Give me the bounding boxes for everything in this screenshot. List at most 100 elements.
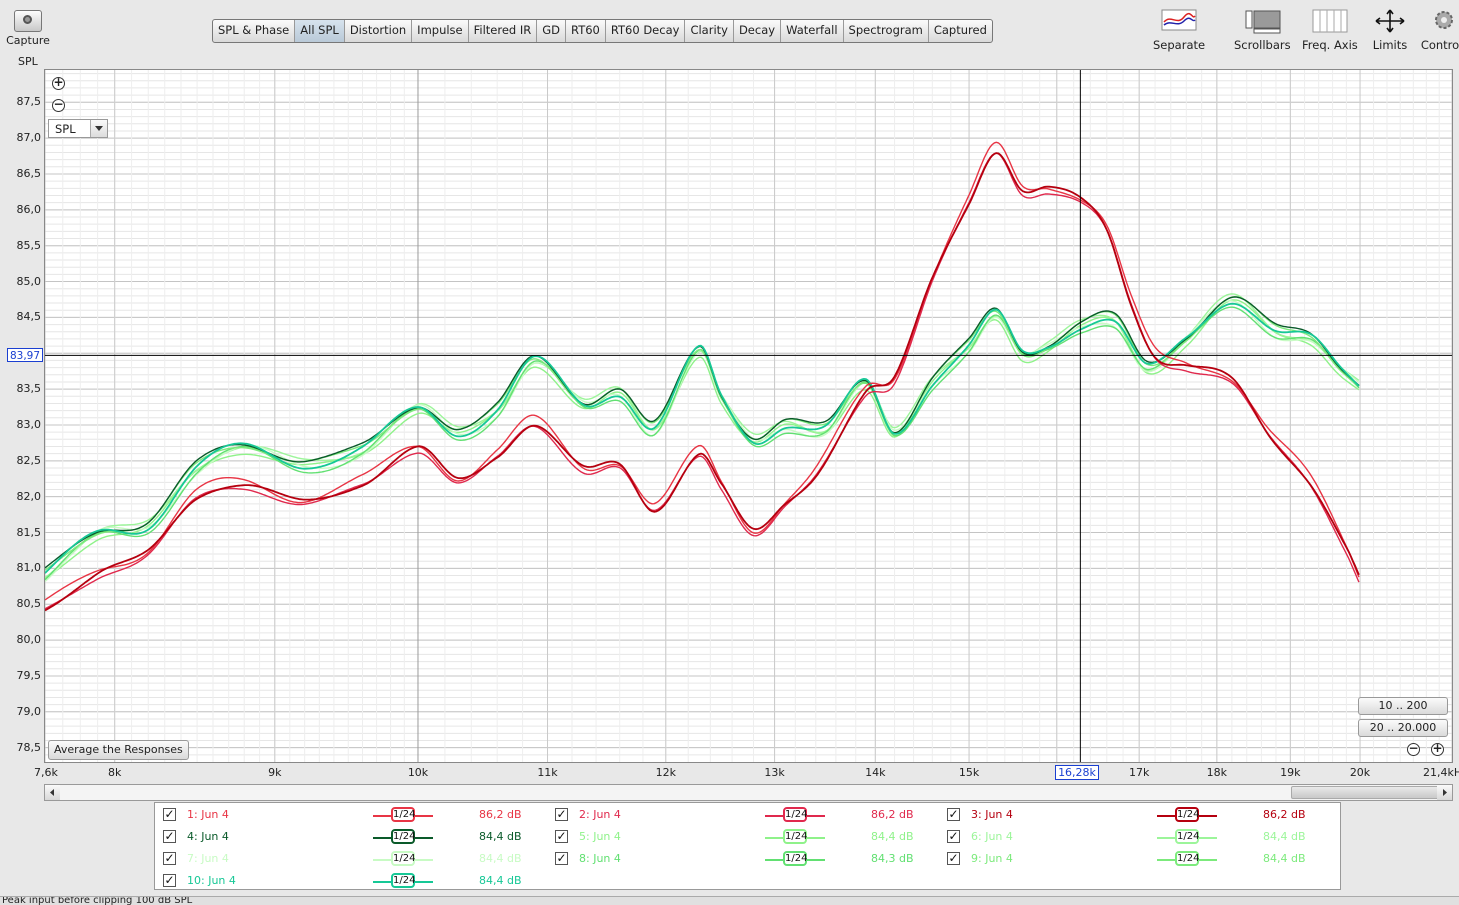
tool-scrollbars[interactable]: Scrollbars — [1234, 8, 1291, 52]
zoom-out-y-icon[interactable]: − — [52, 98, 65, 112]
legend-name[interactable]: 5: Jun 4 — [579, 830, 621, 843]
zoom-in-x-icon[interactable]: + — [1431, 742, 1444, 756]
tab-rt60-decay[interactable]: RT60 Decay — [606, 20, 686, 42]
legend-level: 86,2 dB — [479, 808, 522, 821]
x-tick-label: 11k — [537, 766, 558, 779]
scroll-right-icon[interactable] — [1437, 785, 1452, 800]
y-tick-label: 85,5 — [16, 238, 42, 252]
legend-checkbox[interactable]: ✓ — [555, 808, 568, 821]
tool-separate[interactable]: Separate — [1153, 8, 1205, 52]
tab-all-spl[interactable]: All SPL — [295, 20, 345, 42]
legend-checkbox[interactable]: ✓ — [163, 830, 176, 843]
spl-chart[interactable] — [45, 70, 1452, 762]
y-tick-label: 82,0 — [16, 489, 42, 503]
smoothing-label: 1/24 — [783, 807, 808, 822]
tab-decay[interactable]: Decay — [734, 20, 782, 42]
smoothing-button[interactable]: 1/24 — [1157, 829, 1217, 845]
tab-gd[interactable]: GD — [537, 20, 567, 42]
legend-level: 84,4 dB — [871, 830, 914, 843]
legend-item: ✓ 6: Jun 4 1/24 84,4 dB — [947, 827, 1327, 847]
legend-name[interactable]: 3: Jun 4 — [971, 808, 1013, 821]
gear-icon — [1420, 8, 1459, 34]
tab-waterfall[interactable]: Waterfall — [781, 20, 844, 42]
tab-impulse[interactable]: Impulse — [412, 20, 469, 42]
legend-name[interactable]: 10: Jun 4 — [187, 874, 236, 887]
x-tick-label: 10k — [407, 766, 429, 779]
tool-limits[interactable]: Limits — [1370, 8, 1410, 52]
x-tick-label: 19k — [1280, 766, 1301, 779]
smoothing-button[interactable]: 1/24 — [765, 829, 825, 845]
zoom-out-x-icon[interactable]: − — [1407, 742, 1420, 756]
x-tick-label: 21,4kHz — [1423, 766, 1459, 779]
tab-spectrogram[interactable]: Spectrogram — [844, 20, 929, 42]
smoothing-button[interactable]: 1/24 — [373, 873, 433, 889]
zoom-in-y-icon[interactable]: + — [52, 76, 65, 90]
tab-rt60[interactable]: RT60 — [566, 20, 606, 42]
scroll-left-icon[interactable] — [45, 785, 60, 800]
legend-checkbox[interactable]: ✓ — [555, 852, 568, 865]
legend-checkbox[interactable]: ✓ — [947, 830, 960, 843]
legend-checkbox[interactable]: ✓ — [555, 830, 568, 843]
scrollbars-icon — [1234, 8, 1291, 34]
x-tick-label: 8k — [108, 766, 122, 779]
legend-level: 84,3 dB — [871, 852, 914, 865]
legend-name[interactable]: 9: Jun 4 — [971, 852, 1013, 865]
legend-item: ✓ 4: Jun 4 1/24 84,4 dB — [163, 827, 543, 847]
legend-name[interactable]: 6: Jun 4 — [971, 830, 1013, 843]
tool-gear[interactable]: Contro — [1420, 8, 1459, 52]
legend-checkbox[interactable]: ✓ — [947, 852, 960, 865]
tool-freq-axis[interactable]: Freq. Axis — [1302, 8, 1358, 52]
smoothing-label: 1/24 — [1175, 851, 1200, 866]
smoothing-button[interactable]: 1/24 — [765, 807, 825, 823]
x-tick-label: 7,6k — [34, 766, 58, 779]
legend-name[interactable]: 7: Jun 4 — [187, 852, 229, 865]
tab-clarity[interactable]: Clarity — [685, 20, 734, 42]
legend-name[interactable]: 1: Jun 4 — [187, 808, 229, 821]
separate-icon — [1153, 8, 1205, 34]
tab-captured[interactable]: Captured — [929, 20, 992, 42]
x-tick-label: 17k — [1129, 766, 1150, 779]
series-line-1 — [45, 141, 1360, 601]
legend-checkbox[interactable]: ✓ — [163, 808, 176, 821]
legend-checkbox[interactable]: ✓ — [947, 808, 960, 821]
average-responses-button[interactable]: Average the Responses — [48, 740, 189, 760]
smoothing-button[interactable]: 1/24 — [765, 851, 825, 867]
legend-item: ✓ 1: Jun 4 1/24 86,2 dB — [163, 805, 543, 825]
legend-checkbox[interactable]: ✓ — [163, 874, 176, 887]
legend-name[interactable]: 2: Jun 4 — [579, 808, 621, 821]
x-tick-label: 15k — [958, 766, 980, 779]
smoothing-button[interactable]: 1/24 — [373, 829, 433, 845]
y-tick-label: 82,5 — [16, 453, 42, 467]
mode-select[interactable]: SPL — [48, 119, 108, 138]
grid — [45, 70, 1452, 762]
cursor-x-readout: 16,28k — [1055, 765, 1099, 780]
legend-name[interactable]: 4: Jun 4 — [187, 830, 229, 843]
limits-icon — [1370, 8, 1410, 34]
x-tick-label: 12k — [655, 766, 676, 779]
tab-spl-phase[interactable]: SPL & Phase — [213, 20, 296, 42]
smoothing-button[interactable]: 1/24 — [373, 851, 433, 867]
legend-item: ✓ 7: Jun 4 1/24 84,4 dB — [163, 849, 543, 869]
legend-checkbox[interactable]: ✓ — [163, 852, 176, 865]
scrollbar-thumb[interactable] — [1291, 786, 1439, 799]
legend-level: 84,4 dB — [1263, 852, 1306, 865]
range-button-10-200[interactable]: 10 .. 200 — [1358, 697, 1448, 715]
camera-icon — [14, 10, 42, 32]
y-tick-label: 80,5 — [16, 597, 42, 611]
tab-filtered-ir[interactable]: Filtered IR — [469, 20, 538, 42]
y-tick-label: 80,0 — [16, 633, 42, 647]
smoothing-label: 1/24 — [1175, 829, 1200, 844]
tool-label: Separate — [1153, 38, 1206, 52]
series-line-6 — [45, 293, 1360, 579]
x-tick-label: 9k — [268, 766, 282, 779]
legend-name[interactable]: 8: Jun 4 — [579, 852, 621, 865]
tab-distortion[interactable]: Distortion — [345, 20, 413, 42]
smoothing-button[interactable]: 1/24 — [1157, 851, 1217, 867]
capture-button[interactable]: Capture — [2, 8, 54, 52]
horizontal-scrollbar[interactable] — [44, 784, 1453, 801]
smoothing-label: 1/24 — [1175, 807, 1200, 822]
smoothing-button[interactable]: 1/24 — [1157, 807, 1217, 823]
smoothing-button[interactable]: 1/24 — [373, 807, 433, 823]
range-button-20-20000[interactable]: 20 .. 20.000 — [1358, 719, 1448, 737]
y-tick-label: 83,0 — [16, 418, 42, 431]
